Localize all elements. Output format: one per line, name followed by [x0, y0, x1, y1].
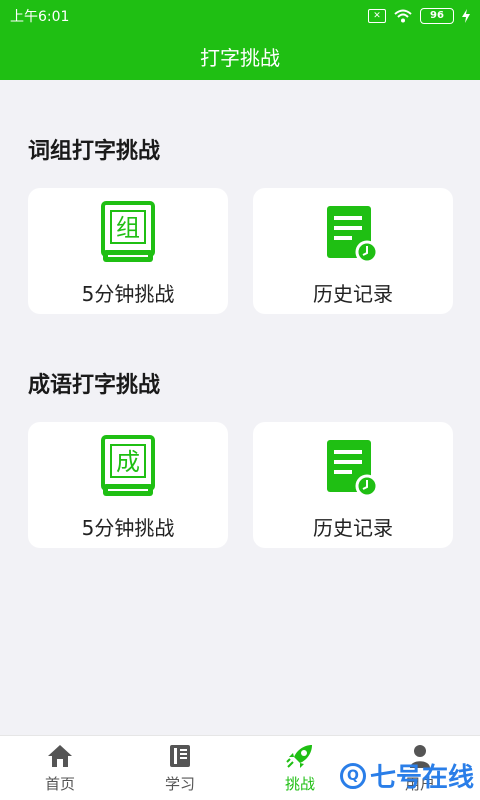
phrase-book-icon: 组: [95, 200, 161, 266]
phrase-5min-challenge-card[interactable]: 组 5分钟挑战: [28, 188, 228, 314]
card-label: 历史记录: [313, 516, 393, 540]
wifi-icon: [394, 9, 412, 23]
charging-icon: [462, 9, 470, 23]
tab-study[interactable]: 学习: [120, 736, 240, 800]
status-icons: ✕ 96: [368, 8, 470, 24]
idiom-book-icon: 成: [95, 434, 161, 500]
book-icon: [169, 743, 191, 769]
phrase-book-char: 组: [116, 214, 140, 242]
watermark-text: 七号在线: [369, 763, 474, 793]
watermark-logo-icon: Q: [339, 762, 366, 789]
section-title-idiom: 成语打字挑战: [28, 373, 161, 398]
status-bar: 上午6:01 ✕ 96: [0, 0, 480, 32]
idiom-history-card[interactable]: 历史记录: [253, 422, 453, 548]
history-document-icon: [320, 200, 386, 266]
rocket-icon: [286, 743, 314, 769]
card-label: 5分钟挑战: [81, 282, 175, 306]
tab-label: 学习: [164, 774, 195, 793]
section-title-phrase: 词组打字挑战: [28, 139, 161, 164]
tab-label: 挑战: [284, 774, 315, 793]
card-label: 5分钟挑战: [81, 516, 175, 540]
page-title-bar: 打字挑战: [0, 32, 480, 80]
battery-indicator: 96: [420, 8, 454, 24]
history-document-icon: [320, 434, 386, 500]
card-label: 历史记录: [313, 282, 393, 306]
page-title: 打字挑战: [200, 45, 280, 70]
watermark: Q 七号在线: [339, 757, 474, 794]
tab-label: 首页: [44, 774, 75, 793]
home-icon: [47, 743, 73, 769]
sim-off-icon: ✕: [368, 9, 386, 23]
status-time: 上午6:01: [10, 9, 70, 25]
phrase-history-card[interactable]: 历史记录: [253, 188, 453, 314]
tab-home[interactable]: 首页: [0, 736, 120, 800]
idiom-book-char: 成: [116, 448, 140, 476]
idiom-5min-challenge-card[interactable]: 成 5分钟挑战: [28, 422, 228, 548]
